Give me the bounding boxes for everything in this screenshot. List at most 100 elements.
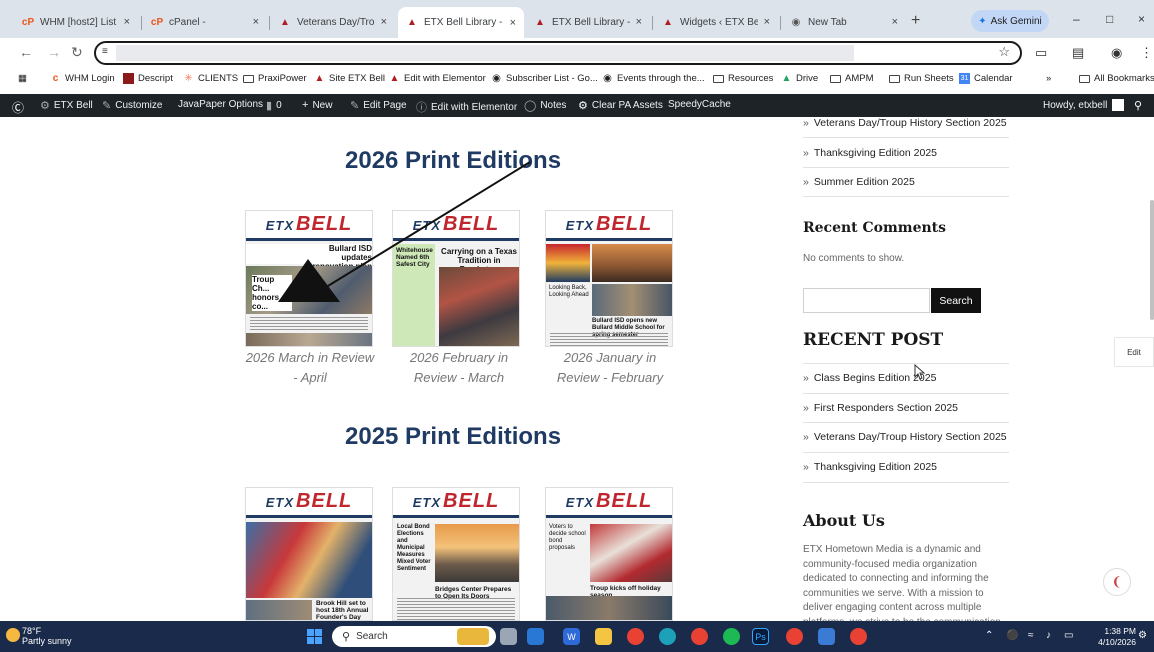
- widgets-icon[interactable]: [527, 628, 544, 645]
- caption-2026-january[interactable]: 2026 January in Review - February: [541, 348, 679, 388]
- sidebar-link[interactable]: » Veterans Day/Troup History Section 2025: [803, 117, 1007, 129]
- sidebar-link[interactable]: » Thanksgiving Edition 2025: [803, 147, 937, 159]
- bookmark-clients[interactable]: ✳ CLIENTS: [183, 73, 238, 84]
- volume-icon[interactable]: ♪: [1046, 630, 1051, 641]
- taskbar-clock[interactable]: 1:38 PM 4/10/2026: [1092, 626, 1136, 648]
- profile-icon[interactable]: ◉: [1111, 45, 1122, 61]
- menu-icon[interactable]: ⋮: [1140, 45, 1153, 61]
- tab-widgets[interactable]: ▲ Widgets ‹ ETX Bell — ×: [654, 9, 778, 35]
- scrollbar-thumb[interactable]: [1150, 200, 1154, 320]
- tab-veterans-day[interactable]: ▲ Veterans Day/Troup ×: [271, 9, 395, 35]
- app-icon[interactable]: [818, 628, 835, 645]
- cover-2025-3[interactable]: ETX BELL Voters to decide school bond pro…: [545, 487, 673, 621]
- word-icon[interactable]: W: [563, 628, 580, 645]
- windows-start-icon[interactable]: [307, 629, 322, 644]
- wp-edit-page[interactable]: ✎ Edit Page: [350, 99, 407, 112]
- close-icon[interactable]: ×: [636, 16, 642, 28]
- apps-grid-icon[interactable]: ▦: [18, 73, 27, 84]
- recent-post-link[interactable]: » Veterans Day/Troup History Section 2025: [803, 431, 1007, 443]
- close-icon[interactable]: ×: [124, 16, 130, 28]
- wp-comments[interactable]: ▮ 0: [266, 99, 282, 112]
- weather-widget[interactable]: 78°F Partly sunny: [6, 626, 72, 646]
- caption-2026-february[interactable]: 2026 February in Review - March: [390, 348, 528, 388]
- bookmark-events[interactable]: ◉ Events through the...: [602, 73, 705, 84]
- url-text[interactable]: [116, 45, 854, 61]
- edit-tab[interactable]: Edit: [1114, 337, 1154, 367]
- extensions-icon[interactable]: ▭: [1035, 45, 1047, 61]
- wp-customize[interactable]: ✎ Customize: [102, 99, 162, 112]
- chrome-profile-icon[interactable]: [691, 628, 708, 645]
- bookmark-calendar[interactable]: 31 Calendar: [959, 73, 1013, 84]
- chrome-icon[interactable]: [627, 628, 644, 645]
- notifications-icon[interactable]: ⚙: [1138, 630, 1147, 641]
- wordpress-logo-icon[interactable]: Ⓒ: [12, 99, 28, 116]
- caption-2026-march[interactable]: 2026 March in Review - April: [241, 348, 379, 388]
- edge-icon[interactable]: [659, 628, 676, 645]
- wp-notes[interactable]: ◯ Notes: [524, 99, 566, 112]
- search-highlight-icon[interactable]: [457, 628, 489, 645]
- recent-post-link[interactable]: » Thanksgiving Edition 2025: [803, 461, 937, 473]
- bookmark-drive[interactable]: ▲ Drive: [781, 73, 819, 84]
- chrome-alt-icon[interactable]: [786, 628, 803, 645]
- bookmark-ampm[interactable]: AMPM: [830, 73, 874, 84]
- close-icon[interactable]: ×: [764, 16, 770, 28]
- search-icon[interactable]: ⚲: [1134, 99, 1146, 112]
- recent-post-link[interactable]: » First Responders Section 2025: [803, 402, 958, 414]
- file-explorer-icon[interactable]: [595, 628, 612, 645]
- ask-gemini-button[interactable]: ✦ Ask Gemini: [971, 10, 1049, 32]
- bookmark-descript[interactable]: Descript: [123, 73, 173, 84]
- minimize-button[interactable]: –: [1073, 12, 1080, 26]
- photoshop-icon[interactable]: Ps: [752, 628, 769, 645]
- address-bar[interactable]: ≡ ☆: [94, 41, 1022, 65]
- close-icon[interactable]: ×: [892, 16, 898, 28]
- bookmarks-overflow[interactable]: »: [1046, 73, 1051, 84]
- wifi-icon[interactable]: ≈: [1028, 630, 1034, 641]
- new-tab-button[interactable]: +: [911, 12, 920, 30]
- bookmark-resources[interactable]: Resources: [713, 73, 773, 84]
- avatar: [1112, 99, 1125, 111]
- pdf-icon[interactable]: ❨: [1103, 568, 1131, 596]
- wp-speedycache[interactable]: SpeedyCache: [668, 99, 731, 110]
- wp-new[interactable]: + New: [302, 99, 332, 111]
- bookmark-whm-login[interactable]: c WHM Login: [50, 73, 115, 84]
- close-icon[interactable]: ×: [253, 16, 259, 28]
- spotify-icon[interactable]: [723, 628, 740, 645]
- tab-cpanel[interactable]: cP cPanel - ×: [143, 9, 267, 35]
- site-info-icon[interactable]: ≡: [102, 46, 116, 60]
- sidebar-search-button[interactable]: Search: [931, 288, 981, 313]
- bookmark-run-sheets[interactable]: Run Sheets: [889, 73, 954, 84]
- tray-mic-icon[interactable]: ⚫: [1006, 630, 1018, 641]
- forward-icon[interactable]: →: [47, 44, 61, 60]
- close-window-button[interactable]: ×: [1138, 12, 1145, 26]
- wp-clear-pa-assets[interactable]: ⚙ Clear PA Assets: [578, 99, 663, 112]
- wp-site-name[interactable]: ⚙ ETX Bell: [40, 99, 93, 112]
- close-icon[interactable]: ×: [510, 17, 516, 29]
- bookmark-praxipower[interactable]: PraxiPower: [243, 73, 307, 84]
- wp-javapaper-options[interactable]: JavaPaper Options: [178, 99, 263, 110]
- bookmark-edit-elementor[interactable]: ▲ Edit with Elementor: [389, 73, 486, 84]
- cover-2025-2[interactable]: ETX BELL Local Bond Elections and Municip…: [392, 487, 520, 621]
- all-bookmarks[interactable]: All Bookmarks: [1079, 73, 1154, 84]
- wp-edit-elementor[interactable]: ⓘ Edit with Elementor: [416, 99, 517, 115]
- battery-icon[interactable]: ▭: [1064, 630, 1073, 641]
- chrome-third-icon[interactable]: [850, 628, 867, 645]
- cover-2026-january[interactable]: ETX BELL Looking Back, Looking Ahead Bull…: [545, 210, 673, 347]
- bookmark-star-icon[interactable]: ☆: [998, 44, 1010, 60]
- sidebar-search-input[interactable]: [803, 288, 930, 313]
- tab-etx-bell-library-active[interactable]: ▲ ETX Bell Library - ET ×: [398, 7, 524, 38]
- sidebar-link[interactable]: » Summer Edition 2025: [803, 176, 915, 188]
- tray-chevron-icon[interactable]: ⌃: [985, 630, 993, 641]
- cover-2025-1[interactable]: ETX BELL Brook Hill set to host 18th Annu…: [245, 487, 373, 621]
- back-icon[interactable]: ←: [19, 44, 33, 60]
- restore-button[interactable]: □: [1106, 12, 1113, 26]
- reading-list-icon[interactable]: ▤: [1072, 45, 1084, 61]
- reload-icon[interactable]: ↻: [71, 44, 83, 61]
- bookmark-site-etx-bell[interactable]: ▲ Site ETX Bell: [314, 73, 385, 84]
- wp-howdy[interactable]: Howdy, etxbell: [1043, 99, 1125, 111]
- task-view-icon[interactable]: [500, 628, 517, 645]
- bookmark-subscriber-list[interactable]: ◉ Subscriber List - Go...: [491, 73, 598, 84]
- tab-whm[interactable]: cP WHM [host2] List A ×: [14, 9, 138, 35]
- tab-new-tab[interactable]: ◉ New Tab ×: [782, 9, 906, 35]
- tab-etx-bell-library[interactable]: ▲ ETX Bell Library - ET ×: [526, 9, 650, 35]
- close-icon[interactable]: ×: [381, 16, 387, 28]
